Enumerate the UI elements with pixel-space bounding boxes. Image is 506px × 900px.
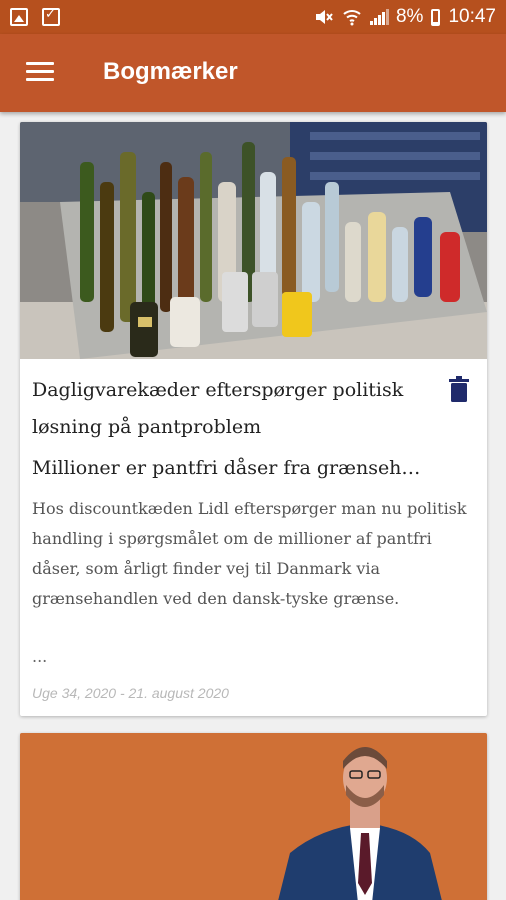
menu-icon[interactable] — [26, 62, 54, 82]
battery-icon — [431, 8, 441, 26]
article-card[interactable] — [20, 733, 487, 900]
clock: 10:47 — [448, 6, 496, 27]
article-subheadline: Millioner er pantfri dåser fra grænseh… — [32, 457, 421, 479]
article-date: Uge 34, 2020 - 21. august 2020 — [32, 685, 229, 701]
article-card[interactable]: Dagligvarekæder efterspørger politisk lø… — [20, 122, 487, 716]
article-headline[interactable]: Dagligvarekæder efterspørger politisk lø… — [32, 372, 442, 446]
page-title: Bogmærker — [103, 58, 238, 85]
article-image — [20, 122, 487, 359]
article-image — [20, 733, 487, 900]
more-indicator: ... — [32, 647, 48, 666]
gallery-notification-icon — [10, 8, 28, 26]
task-notification-icon — [42, 7, 60, 26]
wifi-icon — [343, 10, 361, 26]
signal-icon — [369, 9, 389, 25]
app-bar: Bogmærker — [0, 34, 506, 112]
delete-bookmark-icon[interactable] — [448, 376, 470, 402]
status-bar: 8% 10:47 — [0, 0, 506, 34]
article-summary: Hos discountkæden Lidl efterspørger man … — [32, 499, 467, 608]
mute-icon — [315, 10, 333, 24]
battery-percent: 8% — [395, 6, 424, 27]
